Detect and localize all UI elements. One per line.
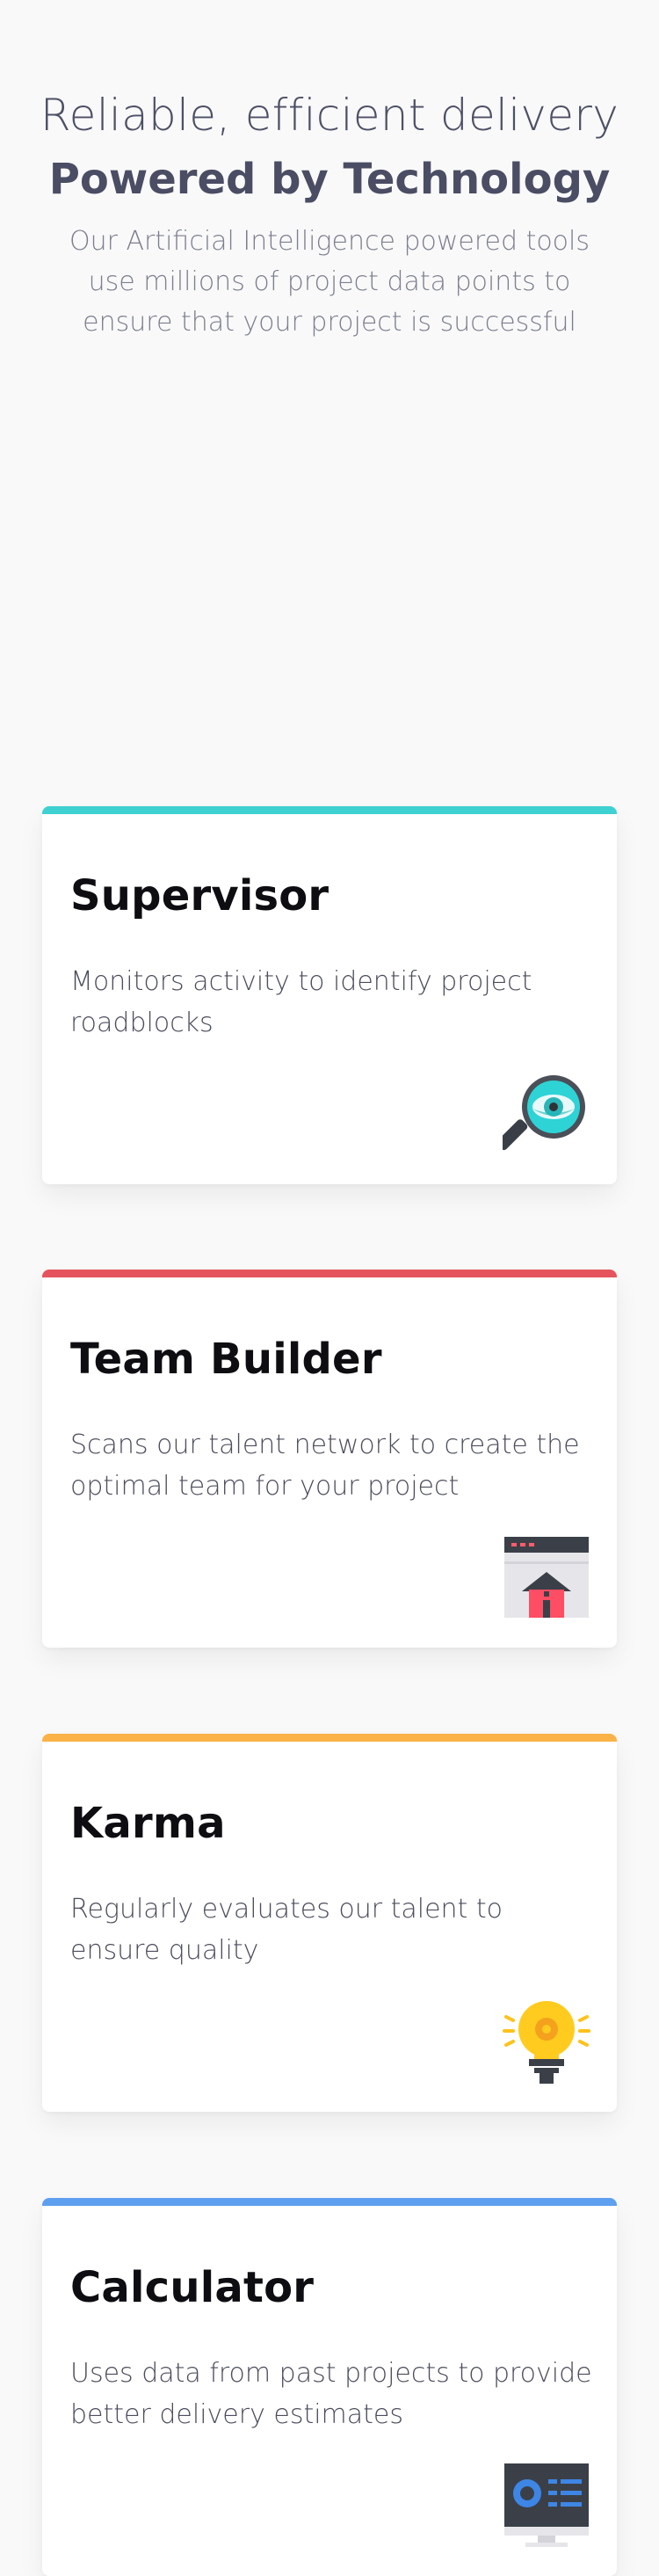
- feature-card-supervisor: Supervisor Monitors activity to identify…: [42, 806, 617, 1184]
- card-description: Uses data from past projects to provide …: [70, 2358, 592, 2430]
- monitor-dashboard-icon: [503, 2462, 590, 2550]
- card-description: Regularly evaluates our talent to ensure…: [70, 1894, 503, 1966]
- hero-heading-light: Reliable, efficient delivery: [40, 90, 619, 141]
- card-title: Calculator: [70, 2263, 315, 2312]
- magnifier-eye-icon: [503, 1070, 590, 1158]
- card-accent-bar: [42, 1734, 617, 1742]
- card-accent-bar: [42, 1270, 617, 1277]
- card-accent-bar: [42, 806, 617, 814]
- hero-subtitle: Our Artificial Intelligence powered tool…: [69, 226, 590, 338]
- hero-heading-bold: Powered by Technology: [48, 155, 611, 204]
- browser-home-icon: [503, 1533, 590, 1621]
- feature-card-calculator: Calculator Uses data from past projects …: [42, 2198, 617, 2576]
- card-accent-bar: [42, 2198, 617, 2206]
- card-title: Supervisor: [70, 871, 330, 921]
- card-description: Scans our talent network to create the o…: [70, 1430, 580, 1502]
- feature-card-team-builder: Team Builder Scans our talent network to…: [42, 1270, 617, 1648]
- card-title: Team Builder: [70, 1335, 382, 1384]
- card-title: Karma: [70, 1799, 226, 1848]
- card-description: Monitors activity to identify project ro…: [70, 966, 532, 1038]
- hero-section: Reliable, efficient delivery Powered by …: [0, 0, 659, 343]
- lightbulb-gear-icon: [503, 1997, 590, 2085]
- feature-card-karma: Karma Regularly evaluates our talent to …: [42, 1734, 617, 2112]
